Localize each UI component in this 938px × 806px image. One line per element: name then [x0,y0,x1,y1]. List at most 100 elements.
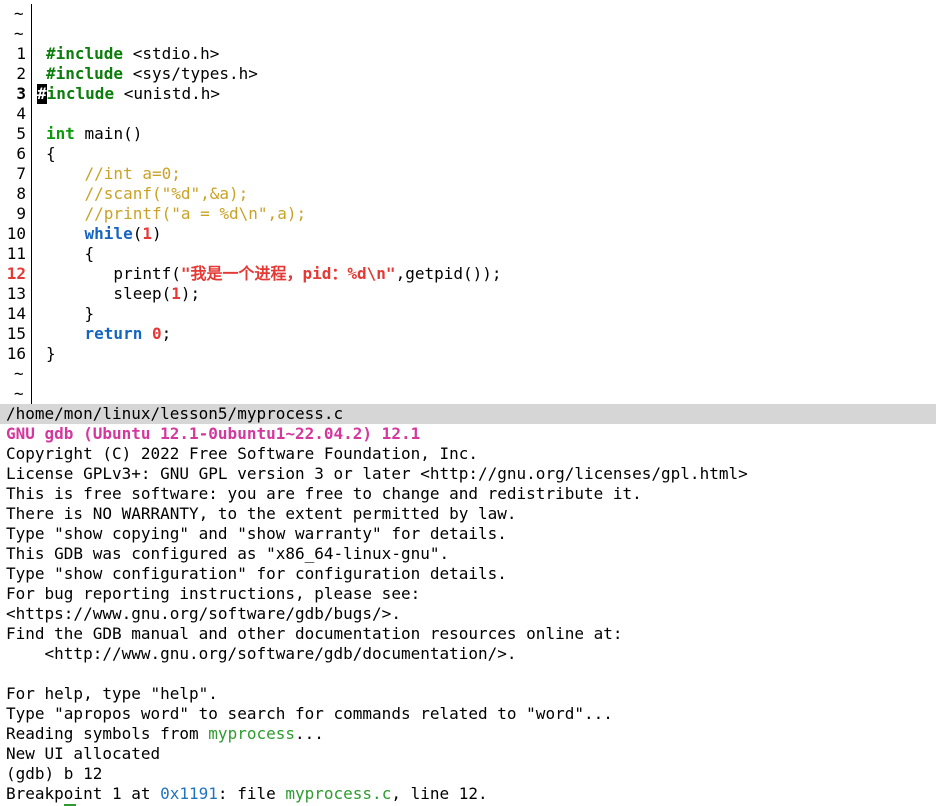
code-token: : file [217,784,286,803]
line-number: 15 [6,324,26,343]
code-token: ; [161,324,172,343]
code-text: { [46,144,56,164]
gdb-output-line: (gdb) b 12 [6,764,936,784]
code-token: //printf("a = %d\n",a); [84,204,307,223]
tilde-glyph: ~ [14,24,24,43]
line-number-separator [31,4,32,404]
code-token: myprocess [208,724,295,743]
gdb-output-line: For help, type "help". [6,684,936,704]
code-text: int main() [46,124,142,144]
code-token: #include [37,84,115,104]
line-number: 12 [6,264,26,283]
code-token: GNU gdb (Ubuntu 12.1-0ubuntu1~22.04.2) 1… [6,424,421,443]
code-token: <https://www.gnu.org/software/gdb/bugs/>… [6,604,401,623]
line-number: 1 [16,44,26,63]
status-bar-file-path: /home/mon/linux/lesson5/myprocess.c [0,404,936,424]
code-token: ); [180,284,201,303]
gdb-output-line: For bug reporting instructions, please s… [6,584,936,604]
code-token: , line 12. [391,784,488,803]
gdb-output-line: This GDB was configured as "x86_64-linux… [6,544,936,564]
line-number: 14 [6,304,26,323]
code-token: <http://www.gnu.org/software/gdb/documen… [6,644,517,663]
code-token: #include [46,44,124,63]
code-token: } [46,304,95,323]
code-token: For bug reporting instructions, please s… [6,584,421,603]
code-token: This is free software: you are free to c… [6,484,642,503]
code-token: License GPLv3+: GNU GPL version 3 or lat… [6,464,748,483]
code-token: <sys/types.h> [123,64,258,83]
gdb-output-line: Type "show configuration" for configurat… [6,564,936,584]
gdb-output-line: Type "apropos word" to search for comman… [6,704,936,724]
code-text: } [46,304,95,324]
gdb-output-line: <http://www.gnu.org/software/gdb/documen… [6,644,936,664]
code-text: //printf("a = %d\n",a); [46,204,307,224]
code-token: Type "apropos word" to search for comman… [6,704,613,723]
code-token: Type "show configuration" for configurat… [6,564,507,583]
gdb-output-line: New UI allocated [6,744,936,764]
code-text: { [46,244,95,264]
gdb-output-line: GNU gdb (Ubuntu 12.1-0ubuntu1~22.04.2) 1… [6,424,936,444]
code-token: Copyright (C) 2022 Free Software Foundat… [6,444,479,463]
code-token: There is NO WARRANTY, to the extent perm… [6,504,517,523]
code-token: 1 [142,224,152,243]
code-token: { [46,144,56,163]
gdb-output-line: There is NO WARRANTY, to the extent perm… [6,504,936,524]
line-number: 7 [16,164,26,183]
line-number: 8 [16,184,26,203]
code-token: //scanf("%d",&a); [84,184,249,203]
code-token: "我是一个进程，pid：%d\n" [180,264,396,283]
code-token: while [84,224,133,243]
gdb-output-line: Copyright (C) 2022 Free Software Foundat… [6,444,936,464]
code-text: //scanf("%d",&a); [46,184,249,204]
code-token: 0x1191 [160,784,218,803]
gdb-output-line: License GPLv3+: GNU GPL version 3 or lat… [6,464,936,484]
tilde-glyph: ~ [14,364,24,383]
line-number: 2 [16,64,26,83]
code-token: ,getpid()); [395,264,502,283]
code-token: Breakpoint 1 at [6,784,161,803]
line-number: 3 [16,84,26,103]
code-token: return [84,324,143,343]
code-token: New UI allocated [6,744,161,763]
code-token: main() [74,124,143,143]
code-token: (gdb) b 12 [6,764,103,783]
code-token: #include [46,64,124,83]
code-token: <unistd.h> [114,84,221,103]
gdb-output-line: Type "show copying" and "show warranty" … [6,524,936,544]
code-token: This GDB was configured as "x86_64-linux… [6,544,450,563]
code-token: int [46,124,75,143]
code-token: For help, type "help". [6,684,218,703]
line-number: 13 [6,284,26,303]
code-token: <stdio.h> [123,44,220,63]
code-text: sleep(1); [46,284,200,304]
code-text: #include <unistd.h> [37,84,220,104]
code-token: } [46,344,56,363]
code-token: //int a=0; [84,164,181,183]
gdb-output-line: <https://www.gnu.org/software/gdb/bugs/>… [6,604,936,624]
code-token: ... [295,724,324,743]
tilde-glyph: ~ [14,4,24,23]
tilde-glyph: ~ [14,384,24,403]
gdb-output-line: Reading symbols from myprocess... [6,724,936,744]
code-token: 0 [151,324,162,343]
code-text: //int a=0; [46,164,181,184]
line-number: 4 [16,104,26,123]
code-token: { [46,244,95,263]
code-token: sleep( [46,284,172,303]
code-text: return 0; [46,324,172,344]
gdb-output-line: Find the GDB manual and other documentat… [6,624,936,644]
code-token: 1 [171,284,181,303]
code-text: printf("我是一个进程，pid：%d\n",getpid()); [46,264,502,284]
gdb-console[interactable]: GNU gdb (Ubuntu 12.1-0ubuntu1~22.04.2) 1… [6,424,936,804]
line-number: 16 [6,344,26,363]
code-token: printf( [46,264,181,283]
editor-cursor: # [37,84,47,104]
line-number: 11 [6,244,26,263]
code-token: Find the GDB manual and other documentat… [6,624,623,643]
